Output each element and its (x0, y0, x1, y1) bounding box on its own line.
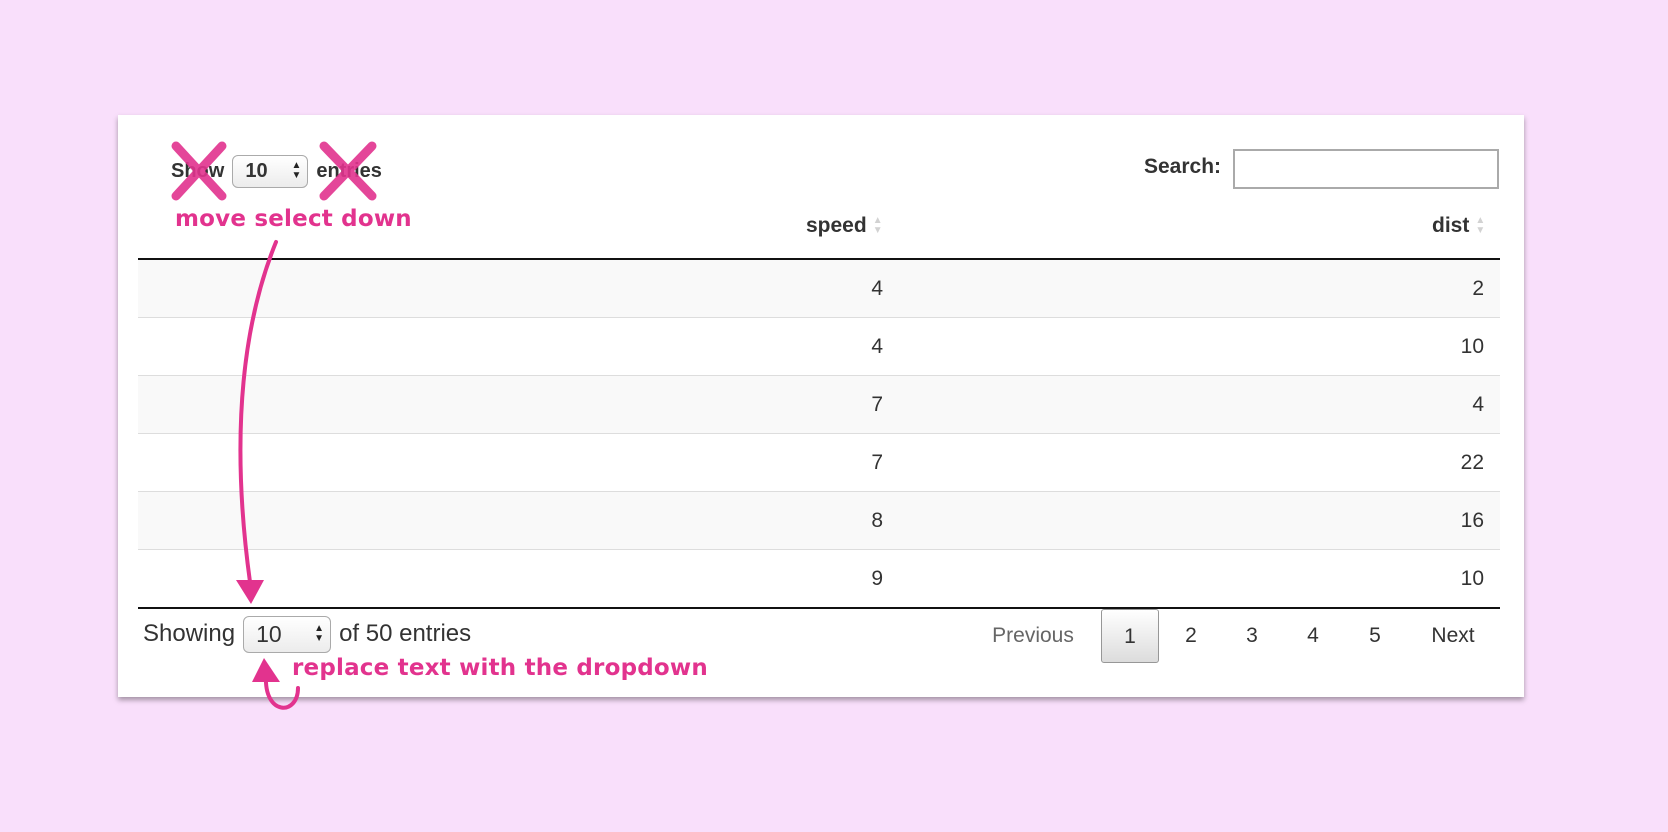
pagination-page-3[interactable]: 3 (1224, 609, 1280, 663)
select-arrows-icon: ▲ ▼ (314, 623, 325, 644)
length-label-show: Show (171, 159, 225, 182)
table-row: 7 4 (138, 376, 1500, 434)
sort-icon: ▲ ▼ (1475, 215, 1486, 236)
pagination-page-5[interactable]: 5 (1347, 609, 1403, 663)
info-label-total: of 50 entries (339, 620, 472, 647)
length-label-entries: entries (316, 159, 382, 182)
page-length-value: 10 (245, 159, 268, 182)
column-header-label: dist (1432, 214, 1470, 237)
column-header-dist[interactable]: dist ▲ ▼ (1432, 214, 1485, 238)
pagination-previous[interactable]: Previous (978, 609, 1088, 663)
select-arrows-icon: ▲ ▼ (291, 160, 302, 181)
column-header-label: speed (806, 214, 867, 237)
cell-dist: 10 (1460, 567, 1484, 590)
table-info: Showing 10 ▲ ▼ of 50 entries (143, 615, 471, 653)
cell-dist: 2 (1472, 277, 1484, 300)
page-length-value: 10 (256, 620, 282, 647)
annotation-replace-text: replace text with the dropdown (292, 655, 708, 681)
table-body: 4 2 4 10 7 4 7 22 8 16 9 10 (138, 260, 1500, 609)
cell-dist: 4 (1472, 393, 1484, 416)
annotation-move-select: move select down (175, 206, 412, 232)
column-header-speed[interactable]: speed ▲ ▼ (806, 214, 883, 238)
sort-icon: ▲ ▼ (872, 215, 883, 236)
cell-dist: 16 (1460, 509, 1484, 532)
pagination-page-1[interactable]: 1 (1101, 609, 1159, 663)
info-label-showing: Showing (143, 620, 236, 647)
page-length-select-top[interactable]: 10 ▲ ▼ (232, 154, 309, 188)
length-control-top: Show 10 ▲ ▼ entries (171, 154, 382, 188)
search-input[interactable] (1233, 149, 1499, 189)
pagination-next[interactable]: Next (1416, 609, 1490, 663)
page-length-select-bottom[interactable]: 10 ▲ ▼ (243, 615, 332, 653)
pagination-page-2[interactable]: 2 (1163, 609, 1219, 663)
table-row: 4 2 (138, 260, 1500, 318)
table-row: 8 16 (138, 492, 1500, 550)
cell-dist: 22 (1460, 451, 1484, 474)
table-row: 7 22 (138, 434, 1500, 492)
cell-dist: 10 (1460, 335, 1484, 358)
table-row: 9 10 (138, 550, 1500, 609)
pagination-page-4[interactable]: 4 (1285, 609, 1341, 663)
search-label: Search: (1144, 155, 1222, 178)
table-row: 4 10 (138, 318, 1500, 376)
